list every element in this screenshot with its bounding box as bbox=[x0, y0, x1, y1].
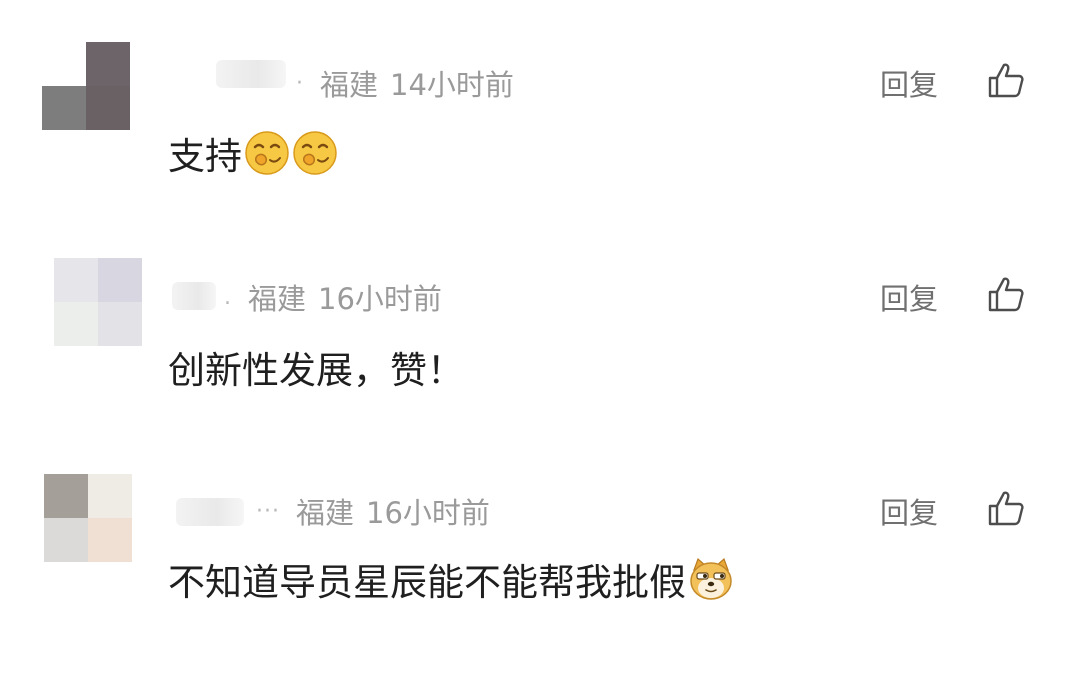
timestamp: 16小时前 bbox=[318, 282, 442, 316]
comment-item: · 福建 14小时前 回复 支持 bbox=[0, 0, 1080, 210]
username-blurred[interactable] bbox=[172, 282, 216, 310]
comment-text: 创新性发展，赞！ bbox=[168, 340, 464, 394]
reply-button[interactable]: 回复 bbox=[880, 62, 938, 104]
smirk-face-emoji bbox=[293, 131, 337, 175]
comment-item: . 福建 16小时前 回复 创新性发展，赞！ bbox=[0, 214, 1080, 424]
doge-emoji bbox=[690, 557, 732, 600]
thumbs-up-icon[interactable] bbox=[986, 60, 1026, 100]
timestamp: 16小时前 bbox=[366, 496, 490, 530]
comment-meta: . 福建 16小时前 bbox=[224, 276, 442, 318]
reply-button[interactable]: 回复 bbox=[880, 490, 938, 532]
thumbs-up-icon[interactable] bbox=[986, 488, 1026, 528]
timestamp: 14小时前 bbox=[390, 68, 514, 102]
username-blurred[interactable] bbox=[176, 498, 244, 526]
username-remnant: . bbox=[224, 284, 232, 310]
location-label: 福建 bbox=[295, 496, 354, 530]
comment-body: 支持 bbox=[168, 135, 242, 178]
smirk-face-emoji bbox=[245, 131, 289, 175]
comment-meta: · 福建 14小时前 bbox=[296, 62, 514, 104]
username-blurred[interactable] bbox=[216, 60, 286, 88]
avatar[interactable] bbox=[42, 42, 130, 130]
location-label: 福建 bbox=[320, 68, 379, 102]
location-label: 福建 bbox=[248, 282, 307, 316]
comment-text: 不知道导员星辰能不能帮我批假 bbox=[168, 552, 734, 606]
comment-item: ··· 福建 16小时前 回复 不知道导员星辰能不能帮我批假 bbox=[0, 428, 1080, 638]
avatar[interactable] bbox=[54, 258, 142, 346]
comment-body: 创新性发展，赞！ bbox=[168, 349, 464, 392]
username-remnant: · bbox=[296, 70, 304, 96]
reply-button[interactable]: 回复 bbox=[880, 276, 938, 318]
comment-meta: ··· 福建 16小时前 bbox=[256, 490, 490, 532]
username-remnant: ··· bbox=[256, 498, 280, 524]
avatar[interactable] bbox=[44, 474, 132, 562]
comment-text: 支持 bbox=[168, 126, 338, 180]
thumbs-up-icon[interactable] bbox=[986, 274, 1026, 314]
comment-body: 不知道导员星辰能不能帮我批假 bbox=[168, 561, 686, 604]
